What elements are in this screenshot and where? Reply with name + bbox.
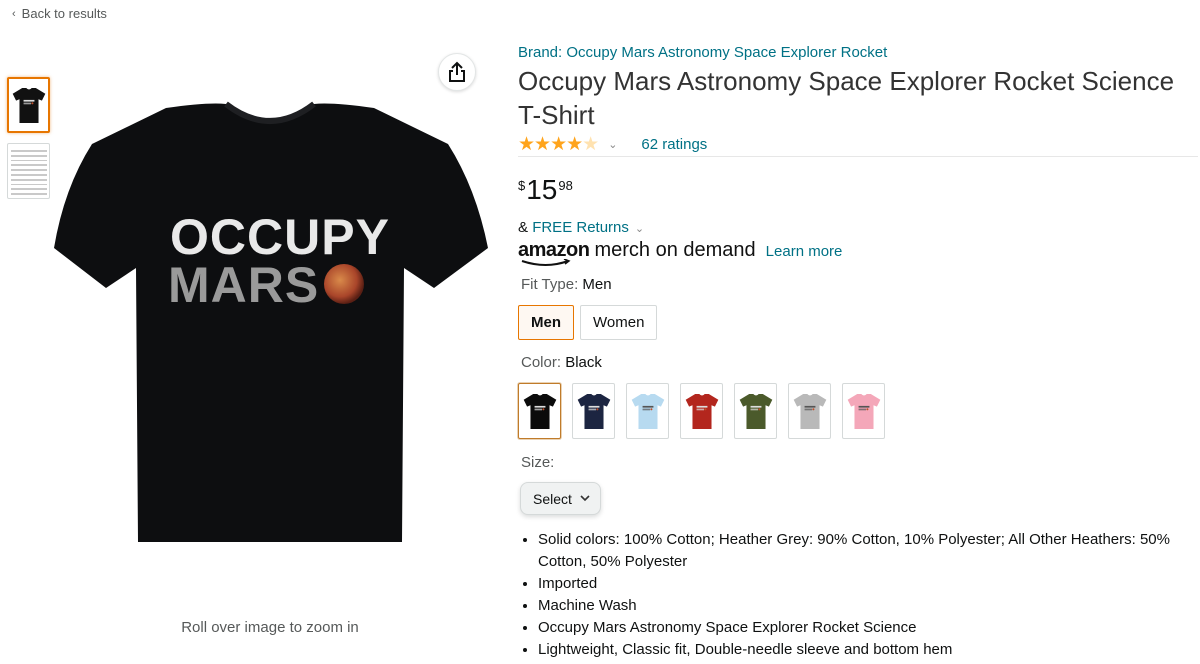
image-thumbnails bbox=[7, 77, 50, 199]
amazon-smile-icon bbox=[521, 259, 571, 266]
size-chart-thumbnail-image bbox=[10, 147, 47, 195]
color-swatch-black[interactable] bbox=[518, 383, 561, 439]
fit-option-men[interactable]: Men bbox=[518, 305, 574, 340]
feature-bullet: Machine Wash bbox=[538, 595, 1198, 617]
thumbnail-shirt[interactable] bbox=[7, 77, 50, 133]
zoom-hint: Roll over image to zoom in bbox=[181, 619, 359, 636]
product-title: Occupy Mars Astronomy Space Explorer Roc… bbox=[518, 66, 1175, 130]
feature-bullet: Imported bbox=[538, 573, 1198, 595]
color-swatch-heather-grey[interactable] bbox=[788, 383, 831, 439]
price-symbol: $ bbox=[518, 178, 526, 193]
returns-row: & FREE Returns ⌄ bbox=[518, 219, 644, 236]
merch-on-demand-row: amazon merch on demand Learn more bbox=[518, 239, 843, 266]
returns-prefix: & bbox=[518, 219, 533, 236]
mars-planet-graphic bbox=[324, 264, 364, 304]
size-label: Size: bbox=[521, 454, 555, 471]
shirt-swatch-image bbox=[577, 394, 610, 430]
color-swatch-pink[interactable] bbox=[842, 383, 885, 439]
fit-option-women[interactable]: Women bbox=[580, 305, 658, 340]
shirt-swatch-image bbox=[631, 394, 664, 430]
rating-row: ★★★★★ ⌄ 62 ratings bbox=[518, 133, 707, 156]
feature-bullet: Lightweight, Classic fit, Double-needle … bbox=[538, 639, 1198, 661]
size-select-value: Select bbox=[533, 490, 572, 507]
shirt-swatch-image bbox=[523, 394, 556, 430]
star-rating-icon[interactable]: ★★★★★ bbox=[518, 133, 599, 156]
feature-bullets: Solid colors: 100% Cotton; Heather Grey:… bbox=[538, 529, 1198, 661]
color-swatch-red[interactable] bbox=[680, 383, 723, 439]
color-value: Black bbox=[565, 354, 602, 371]
chevron-left-icon: ‹ bbox=[12, 7, 16, 20]
price-whole: 15 bbox=[526, 174, 558, 205]
color-label: Color: Black bbox=[521, 354, 602, 371]
color-swatch-baby-blue[interactable] bbox=[626, 383, 669, 439]
ratings-count-link[interactable]: 62 ratings bbox=[641, 136, 707, 153]
chevron-down-icon[interactable]: ⌄ bbox=[608, 138, 617, 151]
color-swatch-olive[interactable] bbox=[734, 383, 777, 439]
color-swatches bbox=[518, 383, 885, 439]
color-swatch-navy[interactable] bbox=[572, 383, 615, 439]
shirt-text-mars: MARS bbox=[168, 257, 319, 313]
share-icon bbox=[449, 61, 465, 82]
share-button[interactable] bbox=[438, 53, 476, 91]
feature-bullet: Solid colors: 100% Cotton; Heather Grey:… bbox=[538, 529, 1198, 573]
brand-link[interactable]: Brand: Occupy Mars Astronomy Space Explo… bbox=[518, 44, 887, 61]
fit-type-label: Fit Type: Men bbox=[521, 276, 612, 293]
fit-type-value: Men bbox=[582, 276, 612, 293]
price: $ 15 98 bbox=[518, 172, 573, 208]
learn-more-link[interactable]: Learn more bbox=[766, 243, 843, 260]
feature-bullet: Occupy Mars Astronomy Space Explorer Roc… bbox=[538, 617, 1198, 639]
shirt-swatch-image bbox=[685, 394, 718, 430]
thumbnail-size-chart[interactable] bbox=[7, 143, 50, 199]
shirt-thumbnail-image bbox=[12, 88, 45, 124]
chevron-down-icon bbox=[580, 495, 590, 502]
price-fraction: 98 bbox=[558, 178, 573, 193]
chevron-down-icon[interactable]: ⌄ bbox=[635, 223, 644, 235]
divider bbox=[518, 156, 1198, 157]
main-product-image[interactable]: OCCUPY MARS bbox=[48, 98, 492, 550]
back-to-results-link[interactable]: ‹ Back to results bbox=[12, 6, 107, 21]
back-label: Back to results bbox=[21, 6, 107, 21]
merch-on-demand-text: merch on demand bbox=[594, 239, 756, 261]
free-returns-link[interactable]: FREE Returns bbox=[532, 219, 629, 236]
shirt-swatch-image bbox=[847, 394, 880, 430]
size-select-dropdown[interactable]: Select bbox=[520, 482, 601, 515]
fit-type-options: Men Women bbox=[518, 305, 658, 340]
shirt-swatch-image bbox=[793, 394, 826, 430]
shirt-swatch-image bbox=[739, 394, 772, 430]
